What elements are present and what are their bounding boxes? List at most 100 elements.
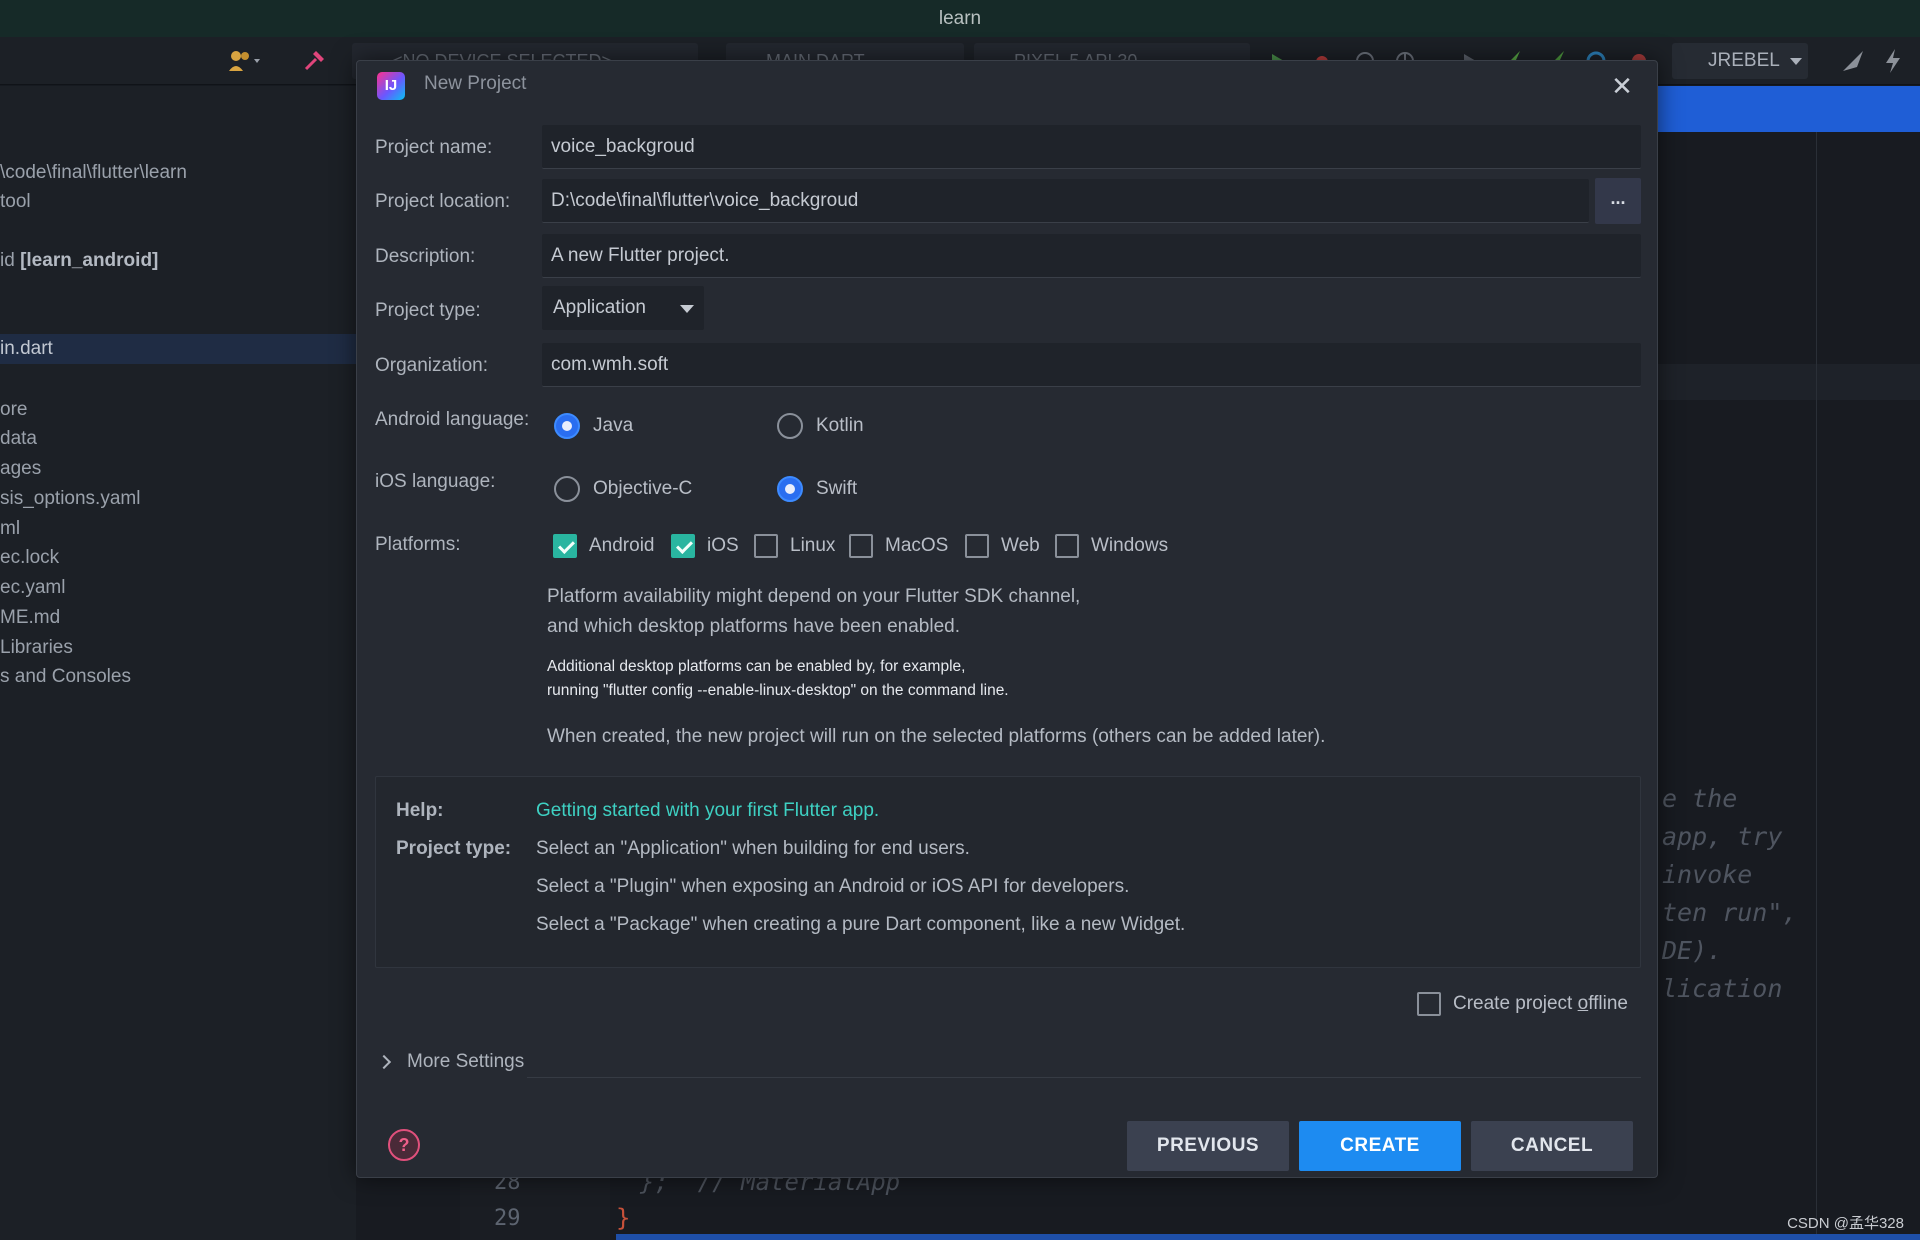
more-settings-toggle[interactable]: More Settings	[375, 1051, 524, 1073]
tree-item-module: [learn_android]	[20, 250, 159, 271]
help-icon[interactable]: ?	[388, 1129, 420, 1161]
radio-dot	[777, 413, 803, 439]
radio-java[interactable]: Java	[554, 413, 633, 439]
checkbox-linux[interactable]: Linux	[754, 534, 835, 558]
code-comment: lication	[1662, 974, 1783, 1003]
description-input[interactable]: A new Flutter project.	[542, 234, 1641, 278]
checkbox-macos[interactable]: MacOS	[849, 534, 948, 558]
build-hammer-icon[interactable]	[302, 37, 326, 85]
tree-item[interactable]: \code\final\flutter\learn	[0, 158, 187, 188]
code-comment: e the	[1662, 784, 1738, 813]
description-label: Description:	[375, 246, 476, 267]
code-comment: invoke	[1662, 860, 1753, 889]
radio-dot	[777, 476, 803, 502]
created-note: When created, the new project will run o…	[547, 726, 1326, 747]
checkbox-web[interactable]: Web	[965, 534, 1040, 558]
dialog-header: IJ New Project ✕	[357, 61, 1657, 111]
code-comment: DE).	[1662, 936, 1723, 965]
cancel-button[interactable]: CANCEL	[1471, 1121, 1633, 1171]
users-icon[interactable]	[228, 37, 264, 85]
create-offline-label: Create project offline	[1453, 993, 1628, 1014]
browse-button[interactable]: ...	[1595, 178, 1641, 224]
tree-item[interactable]: ec.lock	[0, 543, 59, 573]
tree-item[interactable]: id [learn_android]	[0, 246, 158, 276]
tree-item[interactable]: data	[0, 424, 37, 454]
previous-button[interactable]: PREVIOUS	[1127, 1121, 1289, 1171]
checkbox-box	[553, 534, 577, 558]
tree-item-label: id	[0, 250, 15, 271]
checkbox-linux-label: Linux	[790, 535, 836, 556]
tree-item[interactable]: ec.yaml	[0, 573, 65, 603]
jrebel-rocket-icon[interactable]	[1840, 37, 1866, 85]
tree-item[interactable]: tool	[0, 187, 31, 217]
checkbox-ios-label: iOS	[707, 535, 739, 556]
checkbox-ios[interactable]: iOS	[671, 534, 739, 558]
editor-highlight-line	[1656, 364, 1920, 400]
checkbox-web-label: Web	[1001, 535, 1040, 556]
availability-note-2: and which desktop platforms have been en…	[547, 616, 960, 637]
availability-note-1: Platform availability might depend on yo…	[547, 586, 1081, 607]
checkbox-android-label: Android	[589, 535, 655, 556]
help-panel: Help: Getting started with your first Fl…	[375, 776, 1641, 968]
project-name-input[interactable]: voice_backgroud	[542, 125, 1641, 169]
tree-item-selected[interactable]: in.dart	[0, 334, 356, 364]
project-location-input[interactable]: D:\code\final\flutter\voice_backgroud	[542, 179, 1589, 223]
divider	[527, 1077, 1641, 1078]
radio-java-label: Java	[593, 415, 634, 436]
chevron-down-icon	[1790, 58, 1802, 65]
create-button[interactable]: CREATE	[1299, 1121, 1461, 1171]
help-label: Help:	[396, 800, 444, 821]
radio-objective-c[interactable]: Objective-C	[554, 476, 692, 502]
checkbox-box	[965, 534, 989, 558]
code-comment: ten run",	[1662, 898, 1798, 927]
line-number: 29	[494, 1206, 521, 1231]
tree-item[interactable]: ages	[0, 454, 41, 484]
android-studio-logo-icon: IJ	[377, 72, 405, 100]
checkbox-box	[754, 534, 778, 558]
help-type-line: Select an "Application" when building fo…	[536, 838, 970, 859]
close-icon[interactable]: ✕	[1607, 71, 1637, 101]
radio-swift[interactable]: Swift	[777, 476, 857, 502]
window-title: learn	[0, 0, 1920, 37]
chevron-down-icon	[680, 305, 694, 313]
checkbox-box	[671, 534, 695, 558]
project-type-value: Application	[553, 297, 646, 318]
getting-started-link[interactable]: Getting started with your first Flutter …	[536, 800, 879, 822]
tree-item[interactable]: Libraries	[0, 633, 73, 663]
checkbox-box	[1417, 992, 1441, 1016]
editor-margin-line	[1816, 132, 1817, 1240]
radio-objective-c-label: Objective-C	[593, 478, 693, 499]
organization-input[interactable]: com.wmh.soft	[542, 343, 1641, 387]
project-type-dropdown[interactable]: Application	[542, 286, 704, 330]
tree-item[interactable]: ore	[0, 395, 27, 425]
more-settings-label: More Settings	[407, 1051, 525, 1072]
project-tree: \code\final\flutter\learn tool id [learn…	[0, 86, 356, 1240]
help-type-line: Select a "Package" when creating a pure …	[536, 914, 1186, 935]
project-name-label: Project name:	[375, 137, 493, 158]
create-offline-checkbox[interactable]: Create project offline	[1417, 992, 1628, 1016]
checkbox-android[interactable]: Android	[553, 534, 655, 558]
checkbox-macos-label: MacOS	[885, 535, 949, 556]
android-language-label: Android language:	[375, 409, 530, 430]
ios-language-label: iOS language:	[375, 471, 496, 492]
checkbox-box	[849, 534, 873, 558]
radio-dot	[554, 476, 580, 502]
project-location-label: Project location:	[375, 191, 511, 212]
checkbox-windows[interactable]: Windows	[1055, 534, 1168, 558]
tree-item[interactable]: s and Consoles	[0, 662, 131, 692]
desktop-note-2: running "flutter config --enable-linux-d…	[547, 682, 1009, 699]
code-line: }	[616, 1204, 631, 1232]
tree-item[interactable]: ml	[0, 514, 20, 544]
tree-item[interactable]: ME.md	[0, 603, 60, 633]
checkbox-windows-label: Windows	[1091, 535, 1169, 556]
radio-kotlin-label: Kotlin	[816, 415, 864, 436]
status-strip	[616, 1234, 1920, 1240]
tree-item[interactable]: sis_options.yaml	[0, 484, 140, 514]
project-type-label: Project type:	[375, 300, 481, 321]
radio-kotlin[interactable]: Kotlin	[777, 413, 864, 439]
active-editor-tab[interactable]	[1656, 86, 1920, 132]
new-project-dialog: IJ New Project ✕ Project name: voice_bac…	[356, 60, 1658, 1178]
lightning-icon[interactable]	[1884, 37, 1902, 85]
dialog-title: New Project	[424, 73, 527, 94]
jrebel-selector[interactable]: JREBEL	[1672, 43, 1808, 79]
